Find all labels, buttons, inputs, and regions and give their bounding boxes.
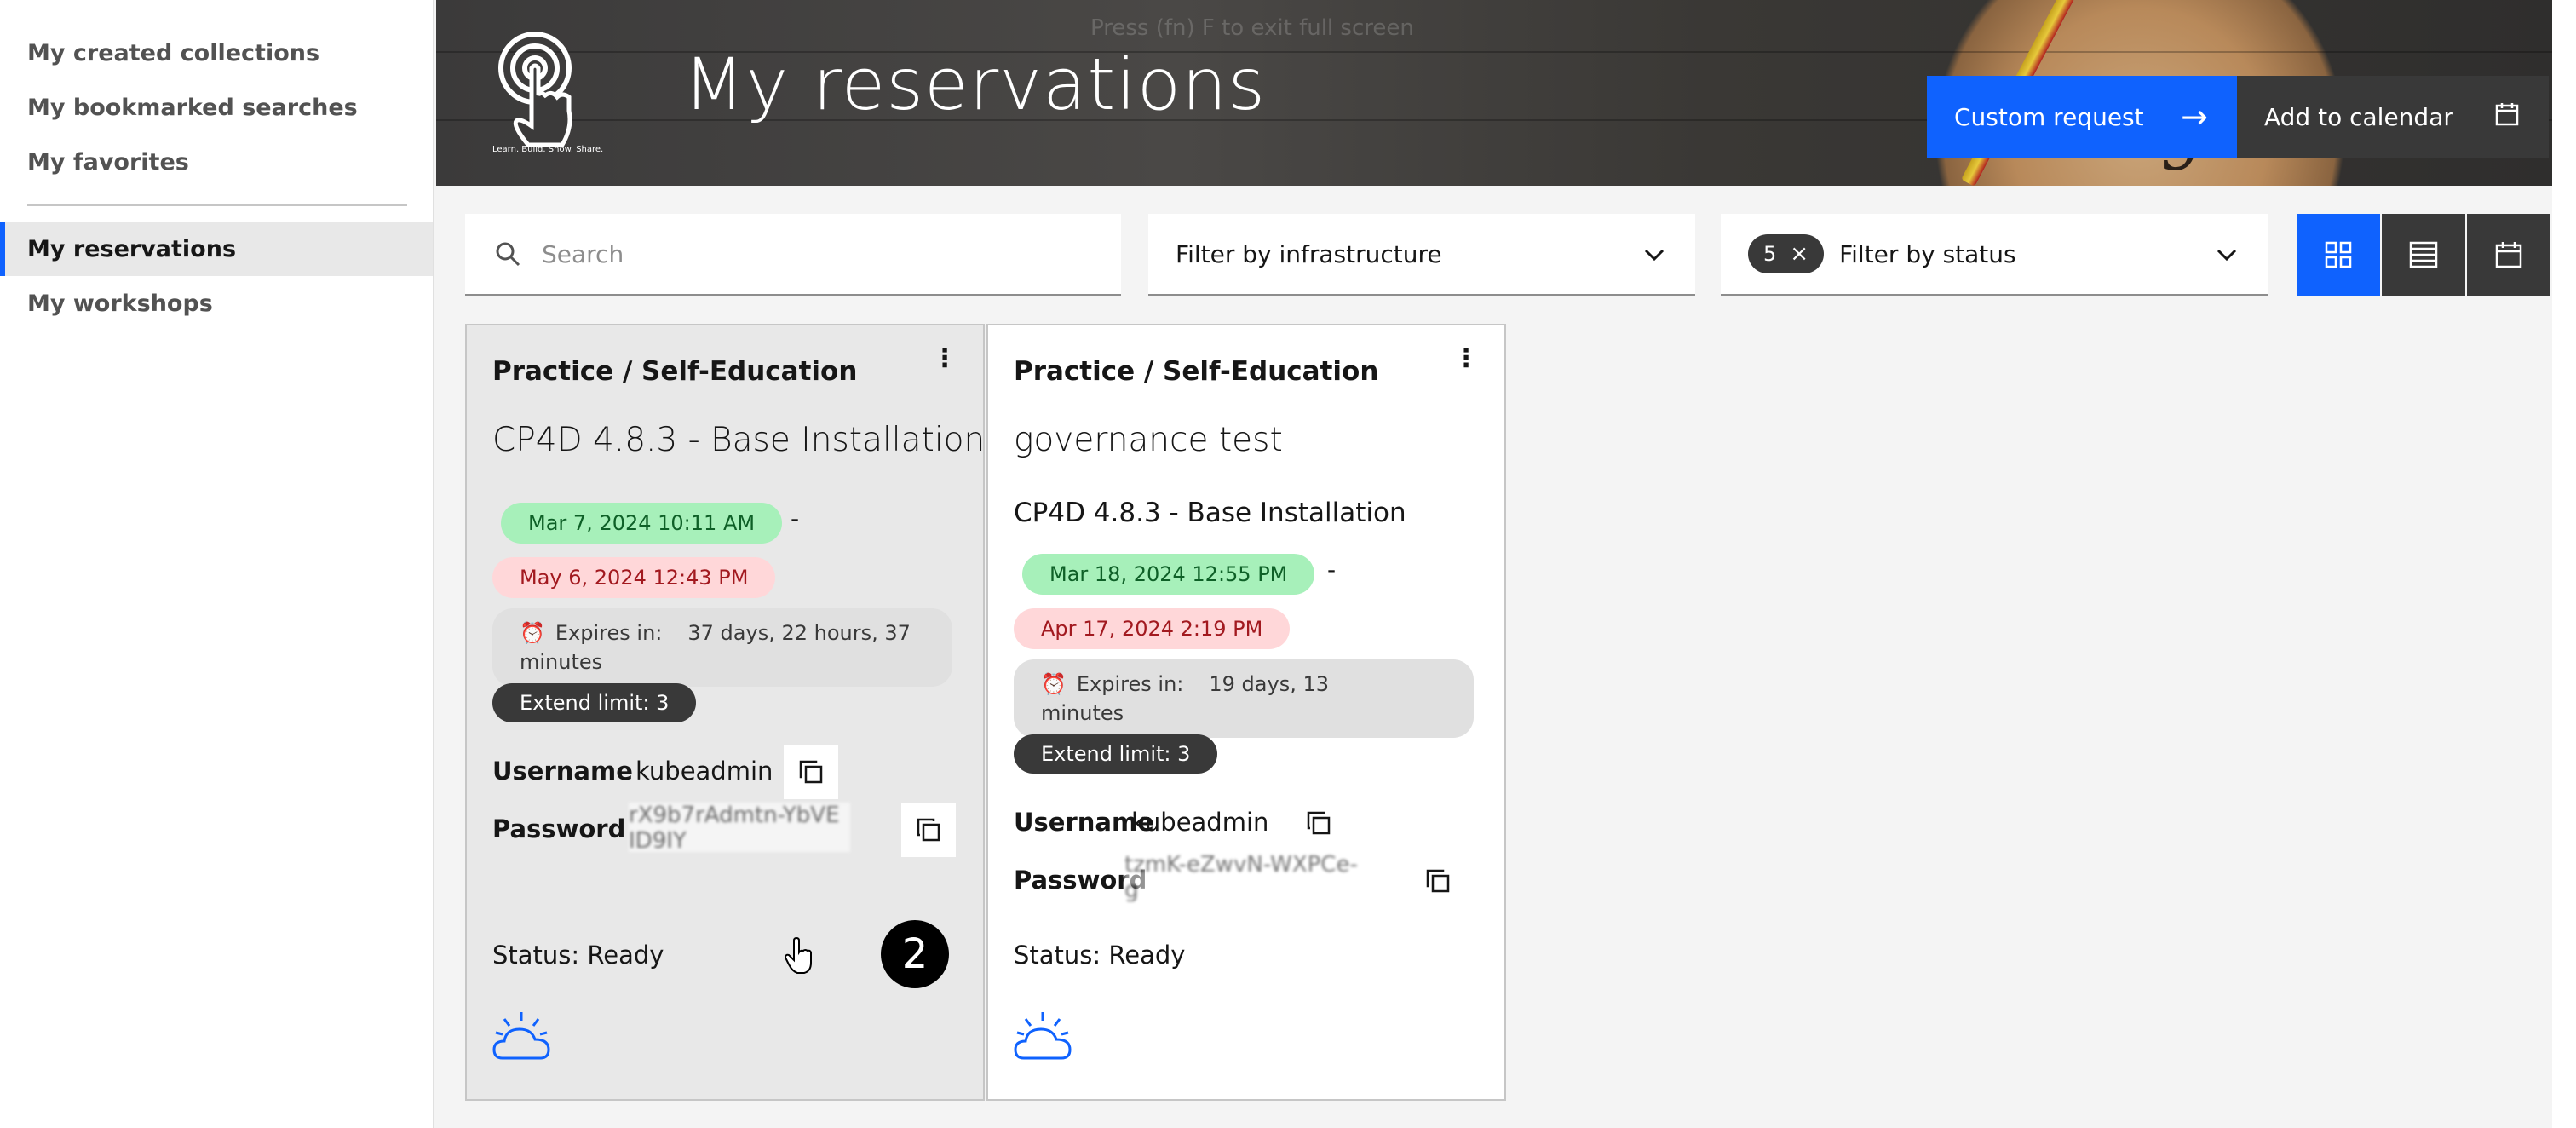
copy-username-button[interactable] xyxy=(784,745,838,799)
reservation-card[interactable]: ⋮ Practice / Self-Education governance t… xyxy=(986,324,1506,1101)
sidebar-item-reservations[interactable]: My reservations xyxy=(0,222,433,276)
grid-icon xyxy=(2325,241,2352,268)
sidebar-item-favorites[interactable]: My favorites xyxy=(0,135,433,189)
username-value: kubeadmin xyxy=(1131,808,1269,837)
date-separator: - xyxy=(791,504,800,532)
username-label: Username xyxy=(492,757,633,786)
filter-status-dropdown[interactable]: 5 × Filter by status xyxy=(1721,214,2268,296)
calendar-icon xyxy=(2495,242,2522,268)
expires-box: ⏰ Expires in: 37 days, 22 hours, 37 minute… xyxy=(492,608,952,687)
calendar-view-button[interactable] xyxy=(2467,214,2550,296)
status-text: Status: Ready xyxy=(492,941,664,970)
copy-icon xyxy=(799,760,823,784)
custom-request-label: Custom request xyxy=(1954,102,2144,131)
end-date-pill: May 6, 2024 12:43 PM xyxy=(492,557,776,598)
sidebar-item-created-collections[interactable]: My created collections xyxy=(0,26,433,80)
fullscreen-hint: Press (fn) F to exit full screen xyxy=(1090,15,1414,41)
expires-tail: minutes xyxy=(520,650,603,674)
scrollbar[interactable] xyxy=(2552,0,2576,1128)
date-separator: - xyxy=(1327,555,1337,584)
filter-status-label: Filter by status xyxy=(1839,239,2016,268)
card-type: Practice / Self-Education xyxy=(492,356,858,387)
grid-view-button[interactable] xyxy=(2297,214,2380,296)
expires-tail: minutes xyxy=(1041,701,1124,725)
add-to-calendar-button[interactable]: Add to calendar xyxy=(2237,76,2549,158)
password-masked-line-1: tzmK-eZwvN-WXPCe- xyxy=(1124,852,1358,878)
clear-filter-icon[interactable]: × xyxy=(1790,241,1808,267)
search-input[interactable] xyxy=(542,239,1053,268)
copy-icon xyxy=(917,818,940,842)
status-filter-count-tag[interactable]: 5 × xyxy=(1748,234,1825,273)
list-icon xyxy=(2409,241,2438,268)
overflow-menu-icon[interactable]: ⋮ xyxy=(932,346,957,371)
extend-limit-tag: Extend limit: 3 xyxy=(1014,734,1218,774)
status-filter-count: 5 xyxy=(1763,242,1777,266)
copy-username-button[interactable] xyxy=(1291,796,1346,850)
expires-label: Expires in: xyxy=(555,621,663,645)
page-title: My reservations xyxy=(683,43,1267,126)
password-masked-line-2: ID9IY xyxy=(629,828,687,852)
username-value: kubeadmin xyxy=(635,757,773,786)
copy-icon xyxy=(1426,869,1450,893)
card-type: Practice / Self-Education xyxy=(1014,356,1379,387)
sidebar-item-bookmarked-searches[interactable]: My bookmarked searches xyxy=(0,80,433,135)
ibm-cloud-icon xyxy=(1014,1012,1072,1060)
password-masked-line-2: g xyxy=(1124,878,1139,901)
alarm-clock-icon: ⏰ xyxy=(1041,672,1067,696)
add-to-calendar-label: Add to calendar xyxy=(2264,102,2453,131)
extend-limit-tag: Extend limit: 3 xyxy=(492,683,697,722)
end-date-pill: Apr 17, 2024 2:19 PM xyxy=(1014,608,1291,649)
calendar-icon xyxy=(2495,103,2519,126)
chevron-down-icon xyxy=(2217,249,2237,262)
sidebar: My created collections My bookmarked sea… xyxy=(0,0,434,1128)
chevron-down-icon xyxy=(1644,249,1665,262)
start-date-pill: Mar 7, 2024 10:11 AM xyxy=(501,503,783,544)
password-masked: rX9b7rAdmtn-YbVE ID9IY xyxy=(629,803,850,852)
expires-value: 19 days, 13 xyxy=(1209,672,1329,696)
copy-icon xyxy=(1307,811,1331,835)
status-text: Status: Ready xyxy=(1014,941,1186,970)
logo-tagline: Learn. Build. Show. Share. xyxy=(492,145,604,154)
card-subtitle: CP4D 4.8.3 - Base Installation xyxy=(1014,498,1406,528)
step-number-badge: 2 xyxy=(881,920,949,988)
sidebar-item-workshops[interactable]: My workshops xyxy=(0,276,433,331)
sidebar-divider xyxy=(27,204,407,206)
card-title: governance test xyxy=(1014,421,1283,459)
start-date-pill: Mar 18, 2024 12:55 PM xyxy=(1022,554,1315,595)
copy-password-button[interactable] xyxy=(1411,854,1465,908)
expires-value: 37 days, 22 hours, 37 xyxy=(687,621,911,645)
password-label: Password xyxy=(492,814,626,843)
password-masked: tzmK-eZwvN-WXPCe- g xyxy=(1124,852,1380,901)
password-masked-line-1: rX9b7rAdmtn-YbVE xyxy=(629,803,840,828)
search-icon xyxy=(496,242,520,267)
filter-infrastructure-label: Filter by infrastructure xyxy=(1176,239,1442,268)
card-title: CP4D 4.8.3 - Base Installation xyxy=(492,421,986,459)
overflow-menu-icon[interactable]: ⋮ xyxy=(1453,346,1479,371)
ibm-cloud-icon xyxy=(492,1012,550,1060)
copy-password-button[interactable] xyxy=(901,803,956,857)
touch-logo-icon xyxy=(498,32,572,147)
alarm-clock-icon: ⏰ xyxy=(520,621,545,645)
expires-label: Expires in: xyxy=(1076,672,1184,696)
list-view-button[interactable] xyxy=(2382,214,2465,296)
expires-box: ⏰ Expires in: 19 days, 13 minutes xyxy=(1014,659,1474,738)
search-bar xyxy=(465,214,1121,296)
arrow-right-icon: → xyxy=(2181,98,2208,135)
hand-pointer-icon xyxy=(784,937,812,974)
filter-infrastructure-dropdown[interactable]: Filter by infrastructure xyxy=(1148,214,1695,296)
custom-request-button[interactable]: Custom request → xyxy=(1927,76,2237,158)
